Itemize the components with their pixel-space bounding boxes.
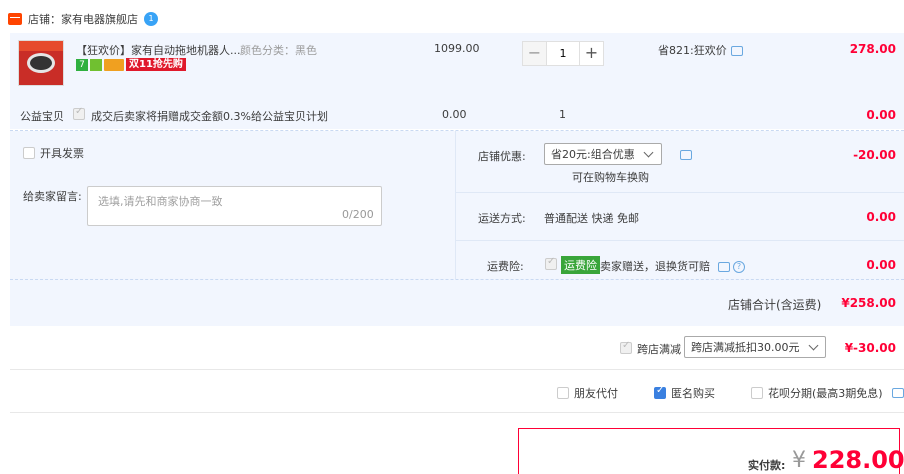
shipping-label: 运送方式: [478,212,526,225]
item-discount-text: 省821:狂欢价 [658,44,727,57]
charity-checkbox[interactable] [73,106,85,120]
shipping-fee: 0.00 [866,210,896,224]
comment-icon[interactable] [717,262,730,272]
insurance-label: 运费险: [487,260,524,273]
shop-discount-note: 可在购物车换购 [572,171,649,184]
friend-pay-label: 朋友代付 [574,387,618,400]
divider [455,192,904,193]
decrease-button[interactable]: − [522,41,547,66]
insurance-text: 卖家赠送，退换货可赔 ? [600,258,745,274]
cross-store-label: 跨店满减 [637,343,681,356]
cross-store-select[interactable]: 跨店满减抵扣30.00元 [684,336,826,358]
huabei-option[interactable]: 花呗分期(最高3期免息) [751,385,904,401]
product-title[interactable]: 【狂欢价】家有自动拖地机器人... [76,42,241,58]
double11-badge: 双11抢先购 [126,58,186,71]
shop-name[interactable]: 店铺：家有电器旗舰店 [28,11,138,27]
currency-symbol: ¥ [792,448,806,473]
shop-icon [8,13,22,25]
invoice-checkbox[interactable] [23,147,35,159]
anonymous-option[interactable]: 匿名购买 [654,385,715,401]
robot-image [27,53,55,73]
friend-pay-checkbox[interactable] [557,387,569,399]
order-confirm-page: 店铺：家有电器旗舰店 1 【狂欢价】家有自动拖地机器人... 颜色分类：黑色 7… [0,0,904,474]
insurance-desc: 卖家赠送，退换货可赔 [600,260,710,273]
cross-store-checkbox[interactable] [620,340,632,354]
message-label: 给卖家留言: [23,190,82,203]
divider [10,412,904,413]
guarantee-icon [90,58,102,71]
shop-discount-amount: -20.00 [853,148,896,162]
cross-store-value: 跨店满减抵扣30.00元 [691,341,800,354]
charity-price: 0.00 [442,108,467,121]
comment-icon[interactable] [730,46,743,56]
chevron-down-icon [643,147,654,157]
charity-qty: 1 [559,108,566,121]
product-badges: 7 双11抢先购 [76,58,186,71]
increase-button[interactable]: + [579,41,604,66]
total-label: 实付款: [748,459,786,472]
cross-store-amount: ¥-30.00 [844,341,896,355]
message-placeholder: 选填,请先和商家协商一致 [98,195,223,208]
divider [10,369,904,370]
chevron-down-icon [808,340,818,350]
invoice-option[interactable]: 开具发票 [23,145,84,161]
divider [455,240,904,241]
product-sku: 颜色分类：黑色 [240,44,317,57]
shop-discount-label: 店铺优惠: [478,150,526,163]
shop-discount-value: 省20元:组合优惠 [551,148,635,161]
item-discount: 省821:狂欢价 [658,42,743,58]
help-icon[interactable]: ? [733,261,745,273]
wangwang-chat-icon[interactable]: 1 [144,12,158,26]
item-subtotal: 278.00 [849,42,896,56]
shop-total-label: 店铺合计(含运费) [728,298,822,312]
comment-icon[interactable] [680,150,692,160]
credit-card-icon [104,58,124,71]
charity-text: 成交后卖家将捐赠成交金额0.3%给公益宝贝计划 [91,110,328,123]
insurance-checkbox[interactable] [545,256,557,270]
shop-discount-select[interactable]: 省20元:组合优惠 [544,143,662,165]
shop-total-value: ¥258.00 [841,296,896,310]
anonymous-label: 匿名购买 [671,387,715,400]
quantity-input[interactable] [547,41,579,66]
shop-header: 店铺：家有电器旗舰店 1 [8,10,158,28]
thumbnail-banner [19,41,63,51]
unit-price: 1099.00 [434,42,480,55]
seven-day-return-icon: 7 [76,58,88,71]
huabei-label: 花呗分期(最高3期免息) [768,387,883,400]
comment-icon[interactable] [891,388,904,398]
total-amount: 228.00 [812,446,904,474]
anonymous-checkbox[interactable] [654,385,666,399]
charity-subtotal: 0.00 [866,108,896,122]
divider [10,279,904,280]
shipping-method: 普通配送 快递 免邮 [544,212,639,225]
invoice-label: 开具发票 [40,147,84,160]
friend-pay-option[interactable]: 朋友代付 [557,385,618,401]
insurance-tag: 运费险 [561,256,600,274]
huabei-checkbox[interactable] [751,387,763,399]
insurance-fee: 0.00 [866,258,896,272]
quantity-stepper: − + [522,41,604,66]
message-char-count: 0/200 [342,208,374,221]
product-thumbnail[interactable] [18,40,64,86]
charity-label: 公益宝贝 [20,110,64,123]
